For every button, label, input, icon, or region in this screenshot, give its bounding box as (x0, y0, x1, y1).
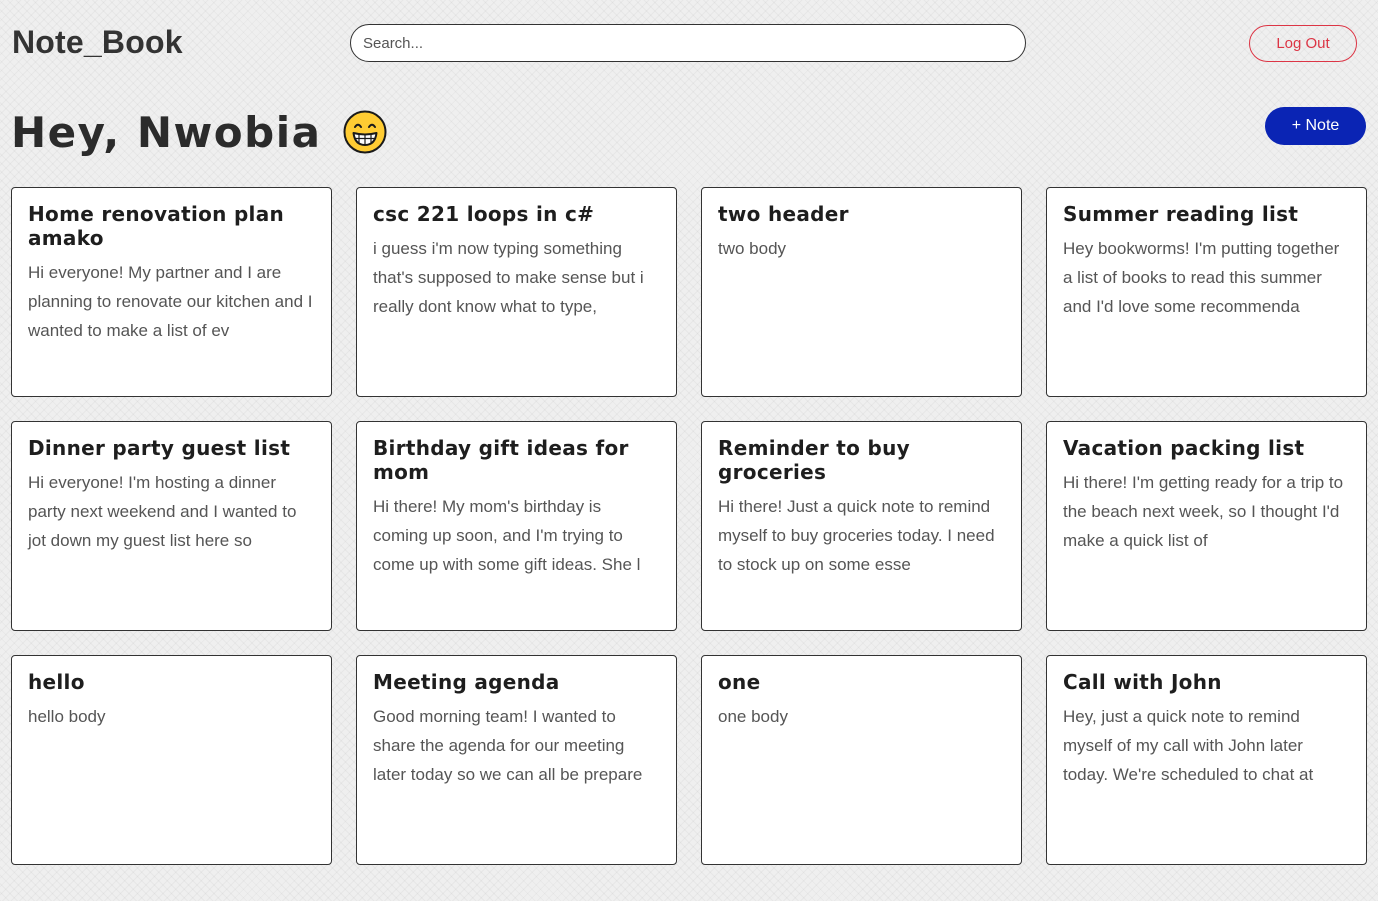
logout-button[interactable]: Log Out (1249, 25, 1357, 62)
notes-grid: Home renovation plan amako Hi everyone! … (11, 187, 1367, 865)
note-body: Hi there! I'm getting ready for a trip t… (1063, 473, 1344, 550)
note-card[interactable]: Birthday gift ideas for mom Hi there! My… (356, 421, 677, 631)
add-note-button[interactable]: + Note (1265, 107, 1366, 145)
greeting-text: Hey, Nwobia (11, 107, 322, 157)
note-body: i guess i'm now typing something that's … (373, 239, 644, 316)
note-title: Meeting agenda (373, 670, 560, 694)
note-title: two header (718, 202, 849, 226)
note-title: Reminder to buy groceries (718, 436, 910, 484)
greeting: Hey, Nwobia (11, 104, 387, 160)
note-title: hello (28, 670, 85, 694)
note-card[interactable]: two header two body (701, 187, 1022, 397)
note-title: Home renovation plan amako (28, 202, 285, 250)
search-input[interactable] (350, 24, 1026, 62)
note-title: one (718, 670, 761, 694)
note-title: Birthday gift ideas for mom (373, 436, 629, 484)
note-card[interactable]: Home renovation plan amako Hi everyone! … (11, 187, 332, 397)
note-body: Hey bookworms! I'm putting together a li… (1063, 239, 1340, 316)
note-body: Hi everyone! My partner and I are planni… (28, 263, 313, 340)
note-body: Hey, just a quick note to remind myself … (1063, 707, 1314, 784)
note-body: Hi there! Just a quick note to remind my… (718, 497, 995, 574)
note-body: hello body (28, 707, 106, 726)
note-title: Dinner party guest list (28, 436, 291, 460)
note-card[interactable]: one one body (701, 655, 1022, 865)
note-title: Summer reading list (1063, 202, 1299, 226)
note-body: Hi everyone! I'm hosting a dinner party … (28, 473, 297, 550)
note-body: Good morning team! I wanted to share the… (373, 707, 643, 784)
note-title: Vacation packing list (1063, 436, 1305, 460)
note-card[interactable]: Summer reading list Hey bookworms! I'm p… (1046, 187, 1367, 397)
note-card[interactable]: Call with John Hey, just a quick note to… (1046, 655, 1367, 865)
brand-logo[interactable]: Note_Book (12, 24, 183, 61)
note-body: one body (718, 707, 788, 726)
note-card[interactable]: csc 221 loops in c# i guess i'm now typi… (356, 187, 677, 397)
note-title: csc 221 loops in c# (373, 202, 595, 226)
note-card[interactable]: hello hello body (11, 655, 332, 865)
note-card[interactable]: Dinner party guest list Hi everyone! I'm… (11, 421, 332, 631)
grinning-face-icon (343, 110, 387, 154)
note-body: Hi there! My mom's birthday is coming up… (373, 497, 641, 574)
note-title: Call with John (1063, 670, 1222, 694)
top-navbar: Note_Book Log Out (0, 0, 1378, 90)
note-card[interactable]: Reminder to buy groceries Hi there! Just… (701, 421, 1022, 631)
note-body: two body (718, 239, 787, 258)
note-card[interactable]: Vacation packing list Hi there! I'm gett… (1046, 421, 1367, 631)
note-card[interactable]: Meeting agenda Good morning team! I want… (356, 655, 677, 865)
